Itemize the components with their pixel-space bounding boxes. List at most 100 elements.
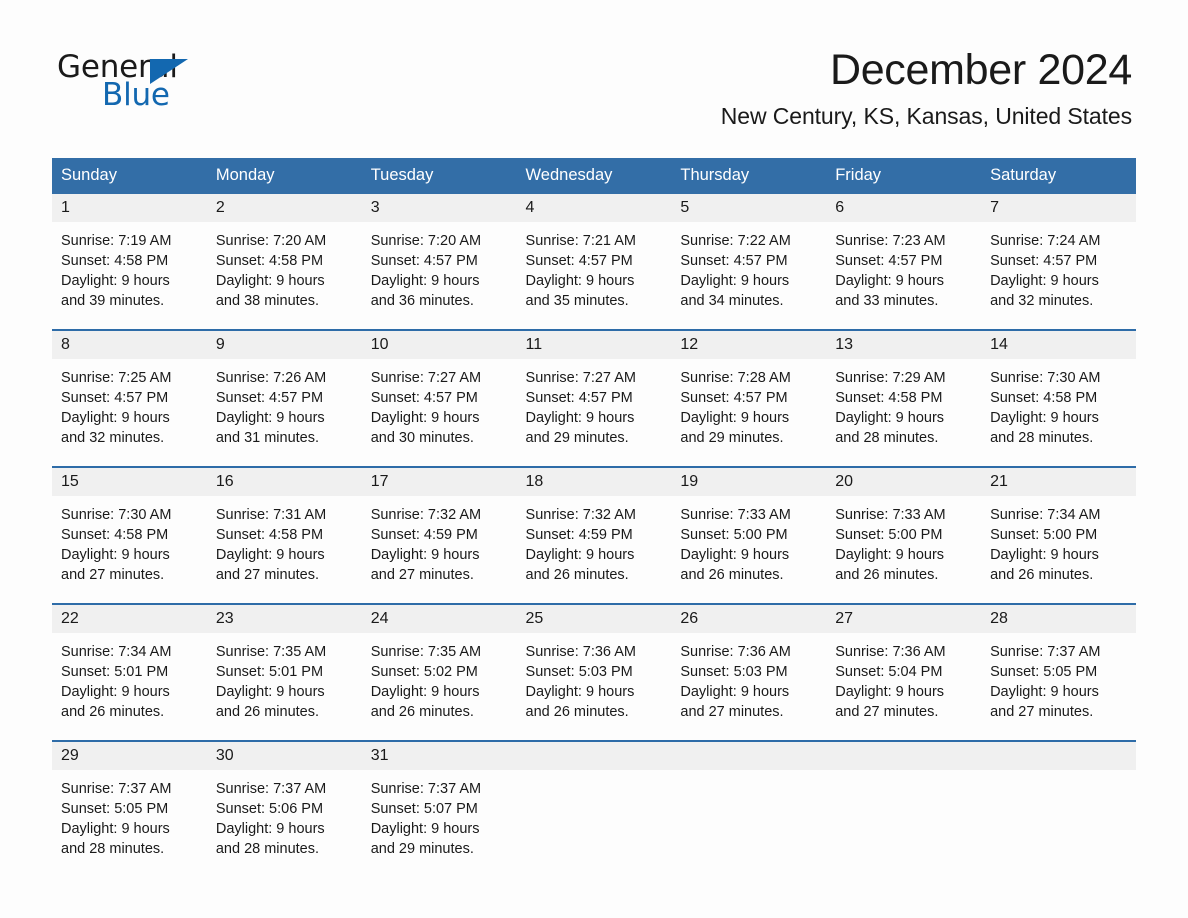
daylight-text: Daylight: 9 hours — [215, 684, 325, 700]
weekday-header-sunday: Sunday — [52, 158, 207, 194]
sunrise-text: Sunrise: 7:36 AM — [835, 644, 946, 660]
day-details: Sunrise: 7:24 AM Sunset: 4:57 PM Daylight:… — [981, 222, 1136, 329]
weekday-header-friday: Friday — [826, 158, 982, 194]
sunrise-text: Sunrise: 7:24 AM — [990, 233, 1101, 249]
daylight-text-cont: and 29 minutes. — [370, 841, 474, 857]
day-details: Sunrise: 7:20 AM Sunset: 4:58 PM Daylight:… — [207, 222, 362, 329]
daylight-text-cont: and 28 minutes. — [835, 430, 939, 446]
calendar-day-cell[interactable]: 27 Sunrise: 7:36 AM Sunset: 5:04 PM Dayligh… — [826, 603, 982, 741]
sunset-text: Sunset: 5:00 PM — [990, 527, 1098, 543]
weekday-header-thursday: Thursday — [671, 158, 827, 194]
sunset-text: Sunset: 4:57 PM — [680, 253, 788, 269]
sunset-text: Sunset: 4:58 PM — [215, 527, 324, 543]
daylight-text-cont: and 29 minutes. — [525, 430, 629, 446]
daylight-text-cont: and 27 minutes. — [835, 704, 939, 720]
calendar-day-cell[interactable]: 26 Sunrise: 7:36 AM Sunset: 5:03 PM Dayligh… — [671, 603, 827, 741]
daylight-text-cont: and 26 minutes. — [835, 567, 939, 583]
calendar-day-cell[interactable]: 1 Sunrise: 7:19 AM Sunset: 4:58 PM Daylight… — [52, 194, 207, 330]
day-details: Sunrise: 7:26 AM Sunset: 4:57 PM Daylight:… — [207, 359, 362, 466]
daylight-text-cont: and 34 minutes. — [680, 293, 784, 309]
day-details: Sunrise: 7:36 AM Sunset: 5:03 PM Daylight:… — [671, 633, 826, 740]
day-number: 31 — [361, 742, 517, 770]
day-number — [826, 742, 982, 770]
calendar-day-cell[interactable]: 11 Sunrise: 7:27 AM Sunset: 4:57 PM Dayligh… — [516, 329, 672, 467]
day-number — [516, 742, 672, 770]
calendar-day-cell[interactable]: 5 Sunrise: 7:22 AM Sunset: 4:57 PM Daylight… — [671, 194, 827, 330]
calendar-day-cell[interactable]: 20 Sunrise: 7:33 AM Sunset: 5:00 PM Dayligh… — [826, 466, 982, 604]
sunset-text: Sunset: 4:57 PM — [990, 253, 1098, 269]
daylight-text: Daylight: 9 hours — [680, 547, 790, 563]
sunset-text: Sunset: 4:57 PM — [835, 253, 943, 269]
day-number: 9 — [206, 331, 362, 359]
daylight-text: Daylight: 9 hours — [215, 547, 325, 563]
sunrise-text: Sunrise: 7:35 AM — [370, 644, 482, 660]
day-details-empty — [671, 770, 826, 870]
day-number: 27 — [826, 605, 982, 633]
day-details: Sunrise: 7:19 AM Sunset: 4:58 PM Daylight:… — [52, 222, 207, 329]
calendar-day-cell[interactable]: 2 Sunrise: 7:20 AM Sunset: 4:58 PM Daylight… — [206, 194, 362, 330]
calendar-day-cell[interactable]: 14 Sunrise: 7:30 AM Sunset: 4:58 PM Dayligh… — [981, 329, 1136, 467]
daylight-text: Daylight: 9 hours — [370, 410, 480, 426]
day-number: 14 — [981, 331, 1136, 359]
calendar-day-cell[interactable]: 24 Sunrise: 7:35 AM Sunset: 5:02 PM Dayligh… — [361, 603, 517, 741]
daylight-text: Daylight: 9 hours — [370, 821, 480, 837]
calendar-day-cell[interactable]: 29 Sunrise: 7:37 AM Sunset: 5:05 PM Dayligh… — [52, 740, 207, 877]
calendar-day-cell[interactable]: 8 Sunrise: 7:25 AM Sunset: 4:57 PM Daylight… — [52, 329, 207, 467]
day-details: Sunrise: 7:28 AM Sunset: 4:57 PM Daylight:… — [671, 359, 826, 466]
sunrise-text: Sunrise: 7:27 AM — [370, 370, 482, 386]
calendar-day-cell[interactable]: 22 Sunrise: 7:34 AM Sunset: 5:01 PM Dayligh… — [52, 603, 207, 741]
calendar-day-cell[interactable]: 25 Sunrise: 7:36 AM Sunset: 5:03 PM Dayligh… — [516, 603, 672, 741]
calendar-day-cell[interactable]: 12 Sunrise: 7:28 AM Sunset: 4:57 PM Dayligh… — [671, 329, 827, 467]
calendar-day-cell[interactable]: 15 Sunrise: 7:30 AM Sunset: 4:58 PM Dayligh… — [52, 466, 207, 604]
calendar-day-cell[interactable]: 16 Sunrise: 7:31 AM Sunset: 4:58 PM Dayligh… — [206, 466, 362, 604]
weekday-header-monday: Monday — [206, 158, 362, 194]
calendar-day-cell[interactable]: 13 Sunrise: 7:29 AM Sunset: 4:58 PM Dayligh… — [826, 329, 982, 467]
sunrise-text: Sunrise: 7:19 AM — [61, 233, 172, 249]
calendar-day-cell[interactable]: 3 Sunrise: 7:20 AM Sunset: 4:57 PM Daylight… — [361, 194, 517, 330]
calendar-day-cell[interactable]: 18 Sunrise: 7:32 AM Sunset: 4:59 PM Dayligh… — [516, 466, 672, 604]
daylight-text-cont: and 26 minutes. — [525, 567, 629, 583]
sunset-text: Sunset: 4:58 PM — [61, 527, 169, 543]
calendar-day-cell[interactable]: 10 Sunrise: 7:27 AM Sunset: 4:57 PM Dayligh… — [361, 329, 517, 467]
calendar-day-cell[interactable]: 19 Sunrise: 7:33 AM Sunset: 5:00 PM Dayligh… — [671, 466, 827, 604]
location-subtitle: New Century, KS, Kansas, United States — [720, 103, 1132, 130]
sunrise-text: Sunrise: 7:33 AM — [680, 507, 791, 523]
day-number: 13 — [826, 331, 982, 359]
sunset-text: Sunset: 5:01 PM — [61, 664, 169, 680]
daylight-text: Daylight: 9 hours — [525, 273, 635, 289]
calendar-day-cell[interactable]: 4 Sunrise: 7:21 AM Sunset: 4:57 PM Daylight… — [516, 194, 672, 330]
daylight-text: Daylight: 9 hours — [680, 273, 790, 289]
general-blue-logo[interactable]: General Blue — [57, 52, 207, 120]
day-details: Sunrise: 7:32 AM Sunset: 4:59 PM Daylight:… — [362, 496, 517, 603]
sunset-text: Sunset: 5:02 PM — [370, 664, 478, 680]
calendar-day-cell[interactable]: 7 Sunrise: 7:24 AM Sunset: 4:57 PM Daylight… — [981, 194, 1136, 330]
calendar-week-row: 22 Sunrise: 7:34 AM Sunset: 5:01 PM Dayligh… — [52, 603, 1136, 741]
daylight-text-cont: and 38 minutes. — [215, 293, 320, 309]
sunset-text: Sunset: 5:05 PM — [61, 801, 169, 817]
sunset-text: Sunset: 5:07 PM — [370, 801, 478, 817]
calendar-day-cell[interactable]: 21 Sunrise: 7:34 AM Sunset: 5:00 PM Dayligh… — [981, 466, 1136, 604]
day-details-empty — [981, 770, 1136, 870]
day-number: 16 — [206, 468, 362, 496]
calendar-day-cell[interactable]: 23 Sunrise: 7:35 AM Sunset: 5:01 PM Dayligh… — [206, 603, 362, 741]
daylight-text-cont: and 35 minutes. — [525, 293, 629, 309]
daylight-text-cont: and 36 minutes. — [370, 293, 474, 309]
sunrise-text: Sunrise: 7:30 AM — [61, 507, 172, 523]
day-number: 3 — [361, 194, 517, 222]
title-block: December 2024 New Century, KS, Kansas, U… — [720, 46, 1133, 130]
sunrise-text: Sunrise: 7:27 AM — [525, 370, 636, 386]
calendar-day-cell[interactable]: 30 Sunrise: 7:37 AM Sunset: 5:06 PM Dayligh… — [206, 740, 362, 877]
day-details: Sunrise: 7:29 AM Sunset: 4:58 PM Daylight:… — [826, 359, 981, 466]
calendar-day-cell[interactable]: 28 Sunrise: 7:37 AM Sunset: 5:05 PM Dayligh… — [981, 603, 1136, 741]
daylight-text: Daylight: 9 hours — [525, 547, 635, 563]
sunrise-text: Sunrise: 7:30 AM — [990, 370, 1101, 386]
calendar-day-cell[interactable]: 9 Sunrise: 7:26 AM Sunset: 4:57 PM Daylight… — [206, 329, 362, 467]
daylight-text-cont: and 28 minutes. — [990, 430, 1094, 446]
daylight-text: Daylight: 9 hours — [990, 547, 1099, 563]
day-details: Sunrise: 7:31 AM Sunset: 4:58 PM Daylight:… — [207, 496, 362, 603]
daylight-text: Daylight: 9 hours — [835, 547, 945, 563]
day-number: 20 — [826, 468, 982, 496]
calendar-day-cell[interactable]: 6 Sunrise: 7:23 AM Sunset: 4:57 PM Daylight… — [826, 194, 982, 330]
calendar-day-cell[interactable]: 17 Sunrise: 7:32 AM Sunset: 4:59 PM Dayligh… — [361, 466, 517, 604]
calendar-day-cell[interactable]: 31 Sunrise: 7:37 AM Sunset: 5:07 PM Dayligh… — [361, 740, 517, 877]
